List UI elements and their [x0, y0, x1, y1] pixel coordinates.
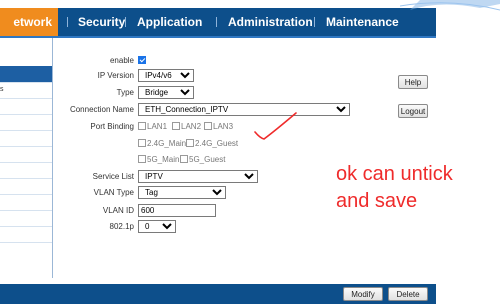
wave-decoration-icon — [400, 0, 500, 11]
nav-separator — [314, 17, 315, 27]
modify-button[interactable]: Modify — [343, 287, 383, 301]
vlan-id-input[interactable] — [138, 204, 216, 217]
tab-network[interactable]: etwork — [0, 8, 58, 36]
sidebar-item-active[interactable] — [0, 66, 52, 83]
lan3-label: LAN3 — [213, 122, 234, 131]
wifi-5g-guest-label: 5G_Guest — [189, 155, 226, 164]
sidebar-item[interactable] — [0, 226, 52, 243]
help-button[interactable]: Help — [398, 75, 428, 89]
connection-name-select[interactable]: ETH_Connection_IPTV — [138, 103, 350, 116]
sidebar-item[interactable] — [0, 162, 52, 179]
sidebar-item[interactable] — [0, 146, 52, 163]
nav-separator — [67, 17, 68, 27]
service-list-label: Service List — [92, 172, 134, 181]
sidebar-item[interactable] — [0, 98, 52, 115]
tab-administration[interactable]: Administration — [228, 8, 313, 36]
lan2-label: LAN2 — [181, 122, 202, 131]
type-select[interactable]: Bridge — [138, 86, 194, 99]
port-binding-label: Port Binding — [90, 122, 134, 131]
sidebar-item[interactable]: s — [0, 82, 52, 99]
priority-select[interactable]: 0 — [138, 220, 176, 233]
sidebar-item[interactable] — [0, 178, 52, 195]
sidebar-item[interactable] — [0, 114, 52, 131]
enable-label: enable — [109, 56, 134, 65]
lan1-label: LAN1 — [147, 122, 168, 131]
vlan-type-label: VLAN Type — [93, 188, 134, 197]
annotation-line-2: and save — [336, 190, 418, 212]
header-decoration — [400, 0, 500, 38]
service-list-select[interactable]: IPTV — [138, 170, 258, 183]
ip-version-label: IP Version — [97, 71, 134, 80]
sidebar-item-label: s — [0, 86, 4, 93]
wifi-24g-main-label: 2.4G_Main — [147, 139, 187, 148]
enable-checkbox[interactable] — [138, 56, 146, 64]
delete-button[interactable]: Delete — [388, 287, 428, 301]
wifi-24g-guest-checkbox[interactable] — [186, 139, 194, 147]
tab-application[interactable]: Application — [137, 8, 202, 36]
sidebar: s — [0, 38, 53, 278]
vlan-type-select[interactable]: Tag — [138, 186, 226, 199]
lan2-checkbox[interactable] — [172, 122, 180, 130]
priority-label: 802.1p — [109, 222, 134, 231]
nav-separator — [216, 17, 217, 27]
nav-separator — [125, 17, 126, 27]
wifi-5g-main-checkbox[interactable] — [138, 155, 146, 163]
sidebar-item[interactable] — [0, 130, 52, 147]
lan1-checkbox[interactable] — [138, 122, 146, 130]
wifi-24g-main-checkbox[interactable] — [138, 139, 146, 147]
type-label: Type — [116, 88, 134, 97]
annotation-checkmark-icon — [254, 112, 297, 140]
vlan-id-label: VLAN ID — [102, 206, 134, 215]
wifi-5g-guest-checkbox[interactable] — [180, 155, 188, 163]
sidebar-item[interactable] — [0, 194, 52, 211]
logout-button[interactable]: Logout — [398, 104, 428, 118]
wifi-24g-guest-label: 2.4G_Guest — [195, 139, 239, 148]
wifi-5g-main-label: 5G_Main — [147, 155, 180, 164]
lan3-checkbox[interactable] — [204, 122, 212, 130]
tab-security[interactable]: Security — [78, 8, 125, 36]
connection-name-label: Connection Name — [69, 105, 134, 114]
tab-maintenance[interactable]: Maintenance — [326, 8, 399, 36]
sidebar-item[interactable] — [0, 210, 52, 227]
annotation-line-1: ok can untick — [336, 163, 453, 185]
ip-version-select[interactable]: IPv4/v6 — [138, 69, 194, 82]
